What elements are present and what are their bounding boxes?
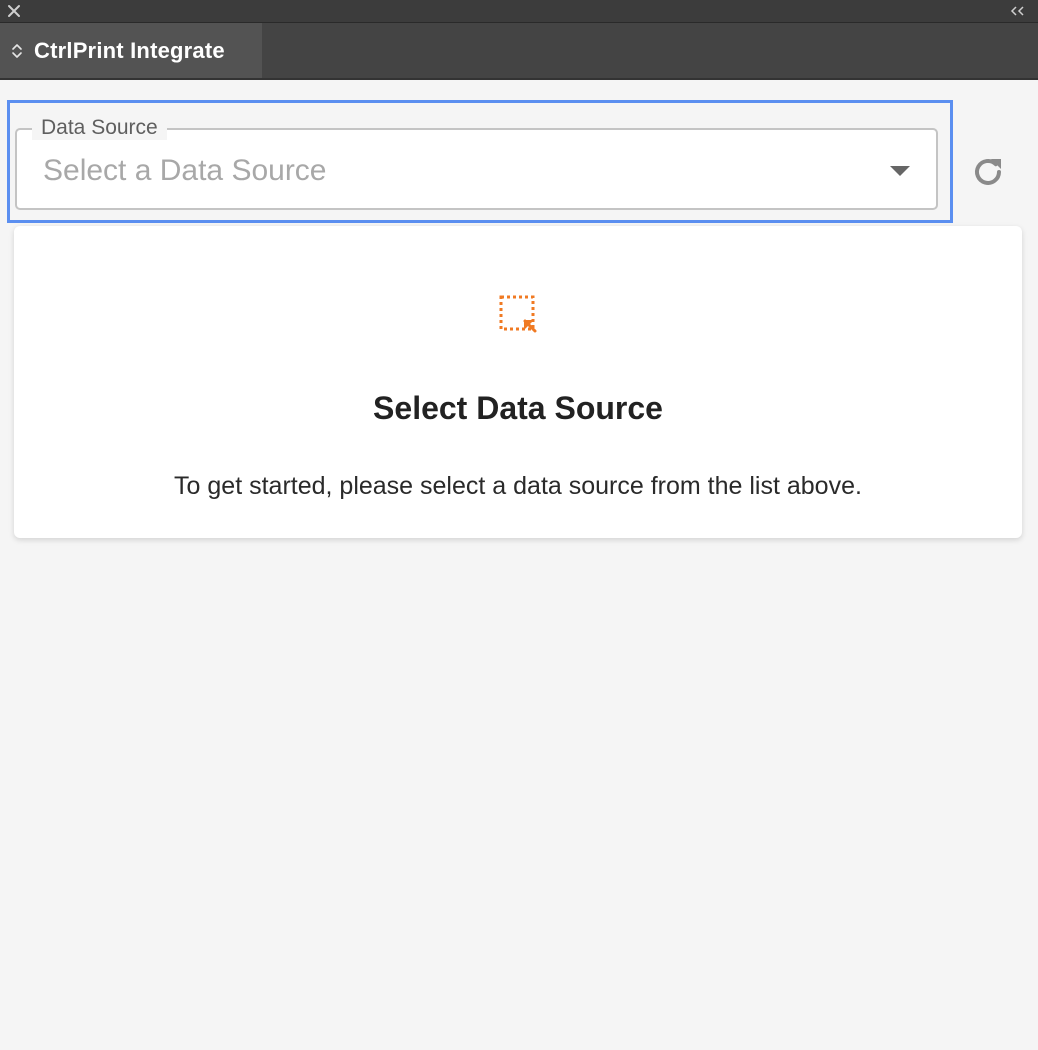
close-icon [8,5,20,17]
refresh-icon [975,158,1001,185]
close-button[interactable] [5,2,23,20]
data-source-label: Data Source [32,116,167,140]
panel-top-bar [0,0,1038,23]
collapse-panel-button[interactable] [1008,2,1028,20]
panel-tab-bar: CtrlPrint Integrate [0,23,1038,80]
data-source-select[interactable]: Select a Data Source [15,128,938,210]
chevron-down-icon [890,166,910,176]
tab-ctrlprint-integrate[interactable]: CtrlPrint Integrate [0,23,262,78]
empty-state-title: Select Data Source [373,390,663,426]
data-source-placeholder: Select a Data Source [43,154,327,187]
dotted-select-arrow-icon [499,295,537,333]
up-down-chevron-icon [10,42,24,60]
empty-state-message: To get started, please select a data sou… [174,472,862,500]
tab-title: CtrlPrint Integrate [34,37,225,63]
refresh-button[interactable] [966,150,1010,194]
double-chevron-left-icon [1010,6,1024,16]
empty-state-card: Select Data Source To get started, pleas… [14,226,1022,538]
